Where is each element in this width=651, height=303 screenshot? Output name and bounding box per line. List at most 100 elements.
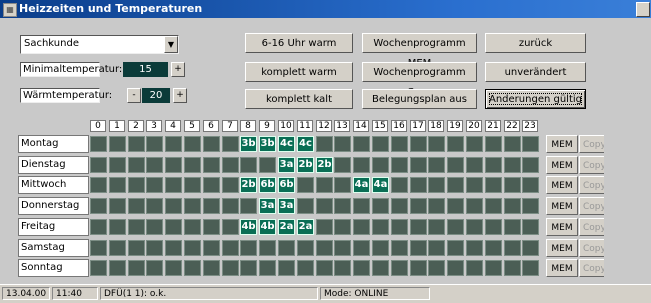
- schedule-cell[interactable]: [353, 219, 370, 235]
- schedule-cell[interactable]: [391, 136, 408, 152]
- min-temp-increase-button[interactable]: +: [171, 62, 185, 77]
- schedule-cell[interactable]: [372, 157, 389, 173]
- schedule-cell[interactable]: [466, 260, 483, 276]
- schedule-cell[interactable]: 2b: [316, 157, 333, 173]
- schedule-cell[interactable]: [334, 260, 351, 276]
- weekprog-copy-button[interactable]: Wochenprogramm Copy: [362, 62, 477, 98]
- day-mem-button[interactable]: MEM: [546, 259, 578, 277]
- schedule-cell[interactable]: 3a: [259, 198, 276, 214]
- schedule-cell[interactable]: [184, 157, 201, 173]
- schedule-cell[interactable]: [203, 157, 220, 173]
- schedule-cell[interactable]: [222, 260, 239, 276]
- chevron-down-icon[interactable]: ▼: [164, 36, 178, 53]
- schedule-cell[interactable]: [485, 260, 502, 276]
- schedule-cell[interactable]: [203, 260, 220, 276]
- schedule-cell[interactable]: [522, 157, 539, 173]
- schedule-cell[interactable]: [222, 177, 239, 193]
- schedule-cell[interactable]: [109, 219, 126, 235]
- schedule-cell[interactable]: [278, 260, 295, 276]
- schedule-cell[interactable]: 2a: [278, 219, 295, 235]
- schedule-cell[interactable]: [90, 177, 107, 193]
- schedule-cell[interactable]: [316, 177, 333, 193]
- schedule-cell[interactable]: [504, 177, 521, 193]
- schedule-cell[interactable]: 4a: [372, 177, 389, 193]
- schedule-cell[interactable]: [334, 177, 351, 193]
- weekprog-mem-button[interactable]: Wochenprogramm MEM: [362, 33, 477, 69]
- schedule-cell[interactable]: [466, 177, 483, 193]
- schedule-cell[interactable]: [353, 198, 370, 214]
- schedule-cell[interactable]: [128, 219, 145, 235]
- schedule-cell[interactable]: [447, 177, 464, 193]
- schedule-cell[interactable]: [109, 260, 126, 276]
- schedule-cell[interactable]: [353, 260, 370, 276]
- schedule-cell[interactable]: [334, 198, 351, 214]
- schedule-cell[interactable]: [203, 219, 220, 235]
- schedule-cell[interactable]: [184, 240, 201, 256]
- schedule-cell[interactable]: 3b: [240, 136, 257, 152]
- schedule-cell[interactable]: [165, 198, 182, 214]
- schedule-cell[interactable]: 4b: [240, 219, 257, 235]
- schedule-cell[interactable]: [316, 240, 333, 256]
- schedule-cell[interactable]: [184, 136, 201, 152]
- day-copy-button[interactable]: Copy: [579, 197, 604, 215]
- schedule-cell[interactable]: [222, 198, 239, 214]
- schedule-cell[interactable]: [447, 198, 464, 214]
- schedule-cell[interactable]: 2b: [240, 177, 257, 193]
- schedule-cell[interactable]: [90, 198, 107, 214]
- schedule-cell[interactable]: [504, 219, 521, 235]
- all-warm-button[interactable]: komplett warm: [245, 62, 353, 82]
- schedule-cell[interactable]: 4a: [353, 177, 370, 193]
- schedule-cell[interactable]: [428, 240, 445, 256]
- schedule-cell[interactable]: [428, 136, 445, 152]
- schedule-cell[interactable]: [90, 157, 107, 173]
- room-select[interactable]: Sachkunde ▼: [20, 35, 179, 54]
- day-copy-button[interactable]: Copy: [579, 135, 604, 153]
- schedule-cell[interactable]: [259, 260, 276, 276]
- back-button[interactable]: zurück: [485, 33, 586, 53]
- schedule-cell[interactable]: [90, 136, 107, 152]
- schedule-cell[interactable]: [485, 136, 502, 152]
- schedule-cell[interactable]: [259, 157, 276, 173]
- schedule-cell[interactable]: 4b: [259, 219, 276, 235]
- schedule-cell[interactable]: [428, 260, 445, 276]
- schedule-cell[interactable]: [410, 177, 427, 193]
- schedule-cell[interactable]: [391, 177, 408, 193]
- schedule-cell[interactable]: [222, 157, 239, 173]
- schedule-cell[interactable]: [222, 240, 239, 256]
- schedule-cell[interactable]: [222, 219, 239, 235]
- schedule-cell[interactable]: [165, 219, 182, 235]
- schedule-cell[interactable]: [410, 157, 427, 173]
- day-copy-button[interactable]: Copy: [579, 156, 604, 174]
- schedule-cell[interactable]: [203, 240, 220, 256]
- day-mem-button[interactable]: MEM: [546, 176, 578, 194]
- schedule-cell[interactable]: [90, 240, 107, 256]
- schedule-cell[interactable]: [428, 219, 445, 235]
- schedule-cell[interactable]: [222, 136, 239, 152]
- schedule-cell[interactable]: [466, 198, 483, 214]
- schedule-cell[interactable]: [146, 219, 163, 235]
- schedule-cell[interactable]: [146, 240, 163, 256]
- day-copy-button[interactable]: Copy: [579, 239, 604, 257]
- schedule-cell[interactable]: [522, 240, 539, 256]
- schedule-cell[interactable]: [240, 157, 257, 173]
- schedule-cell[interactable]: [334, 136, 351, 152]
- day-mem-button[interactable]: MEM: [546, 197, 578, 215]
- schedule-cell[interactable]: [428, 157, 445, 173]
- schedule-cell[interactable]: [259, 240, 276, 256]
- schedule-cell[interactable]: [128, 136, 145, 152]
- schedule-cell[interactable]: [146, 136, 163, 152]
- schedule-cell[interactable]: [447, 219, 464, 235]
- schedule-cell[interactable]: [522, 219, 539, 235]
- schedule-cell[interactable]: [316, 260, 333, 276]
- schedule-cell[interactable]: [522, 136, 539, 152]
- schedule-cell[interactable]: 6b: [259, 177, 276, 193]
- schedule-cell[interactable]: [522, 260, 539, 276]
- schedule-cell[interactable]: [522, 198, 539, 214]
- day-copy-button[interactable]: Copy: [579, 259, 604, 277]
- schedule-cell[interactable]: [353, 136, 370, 152]
- schedule-cell[interactable]: [203, 136, 220, 152]
- schedule-cell[interactable]: [466, 219, 483, 235]
- schedule-cell[interactable]: [90, 260, 107, 276]
- schedule-cell[interactable]: [391, 219, 408, 235]
- schedule-cell[interactable]: [240, 260, 257, 276]
